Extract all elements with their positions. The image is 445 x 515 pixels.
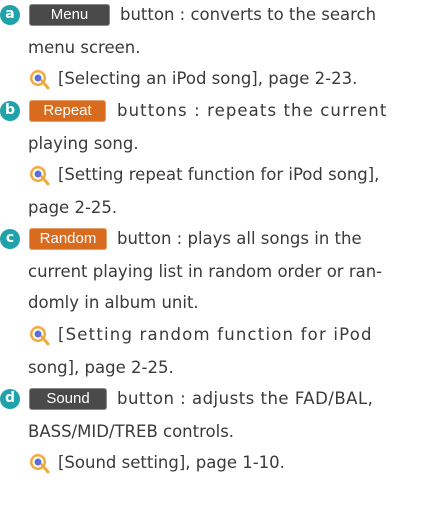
magnifier-reference-icon bbox=[30, 454, 50, 474]
random-desc-line-2: current playing list in random order or … bbox=[28, 262, 383, 281]
repeat-button[interactable]: Repeat bbox=[29, 100, 106, 122]
bullet-b: b bbox=[0, 101, 20, 121]
bullet-d: d bbox=[0, 389, 20, 409]
menu-ref-link[interactable]: [Selecting an iPod song], page 2-23. bbox=[58, 68, 357, 90]
menu-desc-line-2: menu screen. bbox=[28, 38, 141, 57]
random-ref-link-1[interactable]: [Setting random function for iPod bbox=[58, 324, 373, 346]
magnifier-reference-icon bbox=[30, 70, 50, 90]
repeat-ref-link-1[interactable]: [Setting repeat function for iPod song], bbox=[58, 164, 379, 186]
random-desc-line-3: domly in album unit. bbox=[28, 293, 199, 312]
menu-button[interactable]: Menu bbox=[29, 4, 110, 26]
sound-desc-line-1: button : adjusts the FAD/BAL, bbox=[117, 389, 374, 408]
sound-ref-link[interactable]: [Sound setting], page 1-10. bbox=[58, 452, 285, 474]
random-ref-link-2[interactable]: song], page 2-25. bbox=[28, 357, 174, 379]
random-desc-line-1: button : plays all songs in the bbox=[117, 229, 362, 248]
repeat-desc-line-1: buttons : repeats the current bbox=[117, 101, 388, 120]
magnifier-reference-icon bbox=[30, 326, 50, 346]
repeat-ref-link-2[interactable]: page 2-25. bbox=[28, 197, 117, 219]
repeat-desc-line-2: playing song. bbox=[28, 134, 139, 153]
sound-desc-line-2: BASS/MID/TREB controls. bbox=[28, 422, 235, 441]
magnifier-reference-icon bbox=[30, 166, 50, 186]
menu-desc-line-1: button : converts to the search bbox=[120, 5, 377, 24]
bullet-c: c bbox=[0, 229, 20, 249]
bullet-a: a bbox=[0, 5, 20, 25]
random-button[interactable]: Random bbox=[29, 228, 107, 250]
sound-button[interactable]: Sound bbox=[29, 388, 107, 410]
manual-page: a Menu button : converts to the search m… bbox=[0, 0, 445, 515]
